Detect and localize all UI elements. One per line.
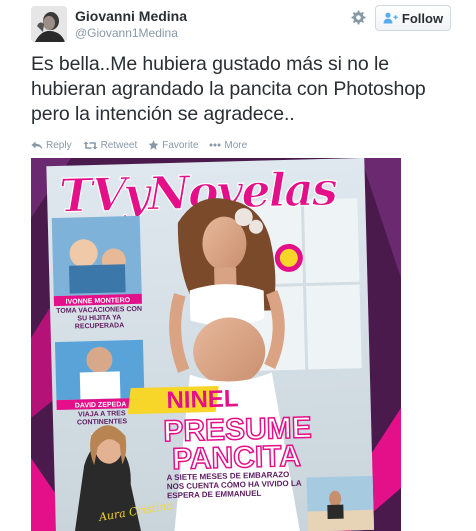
tweet-card: Giovanni Medina @Giovann1Medina Follow E… — [0, 0, 476, 531]
follow-button[interactable]: Follow — [375, 5, 451, 31]
tweet-media-image[interactable]: TVyNovelas IVONNE MONTERO TOMA VACACIONE… — [31, 158, 401, 531]
gear-icon[interactable] — [350, 10, 366, 26]
retweet-icon — [83, 141, 98, 149]
avatar-photo — [31, 6, 67, 42]
favorite-label: Favorite — [162, 139, 199, 151]
add-user-icon — [383, 12, 398, 24]
tweet-actions: Reply Retweet Favorite More — [31, 139, 258, 151]
avatar[interactable] — [31, 6, 67, 42]
more-label: More — [224, 139, 248, 151]
user-handle[interactable]: @Giovann1Medina — [75, 26, 178, 40]
sidebar-headline-1: TOMA VACACIONES CON SU HIJITA YA RECUPER… — [56, 305, 143, 331]
more-dots-icon — [209, 143, 221, 147]
cover-subheadline: A SIETE MESES DE EMBARAZO NOS CUENTA CÓM… — [166, 469, 302, 501]
favorite-action[interactable]: Favorite — [148, 140, 198, 151]
reply-label: Reply — [46, 139, 72, 151]
reply-action[interactable]: Reply — [31, 140, 72, 151]
follow-label: Follow — [401, 10, 444, 26]
magazine-cover-image: TVyNovelas IVONNE MONTERO TOMA VACACIONE… — [31, 158, 401, 531]
sidebar-name-2: DAVID ZEPEDA — [75, 401, 127, 409]
display-name[interactable]: Giovanni Medina — [75, 8, 187, 24]
cover-name: NINEL — [166, 385, 239, 414]
tweet-text: Es bella..Me hubiera gustado más si no l… — [31, 53, 426, 125]
reply-icon — [31, 141, 43, 149]
more-action[interactable]: More — [209, 140, 247, 151]
star-icon — [148, 140, 159, 150]
retweet-label: Retweet — [100, 139, 138, 151]
retweet-action[interactable]: Retweet — [83, 139, 138, 151]
